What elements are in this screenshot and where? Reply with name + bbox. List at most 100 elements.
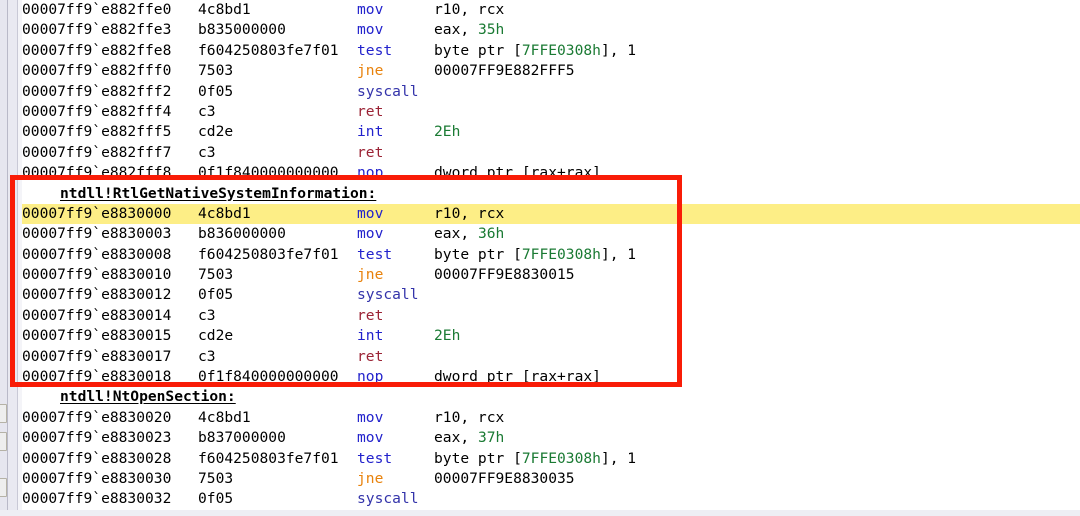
instruction-address: 00007ff9`e882ffe0 bbox=[22, 1, 172, 18]
toolbar-button-partial-2[interactable] bbox=[0, 432, 7, 451]
instruction-mnemonic: nop bbox=[357, 164, 384, 182]
instruction-mnemonic: test bbox=[357, 41, 393, 59]
opcode-bytes: 0f1f840000000000 bbox=[198, 368, 339, 386]
window-bottom-edge bbox=[0, 510, 1080, 516]
instruction-address: 00007ff9`e882fff8 bbox=[22, 164, 172, 182]
disassembly-row[interactable]: 00007ff9`e8830010 7503 jne 00007FF9E8830015 bbox=[22, 265, 1080, 285]
disassembly-row-selected[interactable]: 00007ff9`e8830000 4c8bd1 mov r10, rcx bbox=[0, 203, 1080, 225]
instruction-operands: eax, 37h bbox=[434, 428, 504, 448]
opcode-bytes: f604250803fe7f01 bbox=[198, 245, 339, 263]
operand-token: 7FFE0308h bbox=[521, 245, 601, 263]
instruction-address: 00007ff9`e882ffe3 bbox=[22, 21, 172, 39]
disassembly-listing[interactable]: 00007ff9`e882ffe0 4c8bd1 mov r10, rcx 00007f… bbox=[0, 0, 1080, 516]
instruction-operands: 2Eh bbox=[434, 326, 460, 346]
opcode-bytes: f604250803fe7f01 bbox=[198, 41, 339, 59]
instruction-mnemonic: mov bbox=[357, 429, 384, 447]
instruction-operands: eax, 35h bbox=[434, 20, 504, 40]
disassembly-window: 00007ff9`e882ffe0 4c8bd1 mov r10, rcx 00007f… bbox=[0, 0, 1080, 516]
operand-token: byte ptr [ bbox=[434, 41, 522, 59]
opcode-bytes: c3 bbox=[198, 102, 216, 120]
disassembly-row[interactable]: 00007ff9`e882fff5 cd2e int 2Eh bbox=[22, 122, 1080, 142]
function-label-row[interactable]: ntdll!NtOpenSection: bbox=[22, 387, 1080, 407]
instruction-operands: byte ptr [7FFE0308h], 1 bbox=[434, 449, 636, 469]
opcode-bytes: cd2e bbox=[198, 123, 234, 141]
function-label-row[interactable]: ntdll!RtlGetNativeSystemInformation: bbox=[22, 184, 1080, 204]
opcode-bytes: b835000000 bbox=[198, 21, 286, 39]
opcode-bytes: 0f1f840000000000 bbox=[198, 164, 339, 182]
opcode-bytes: c3 bbox=[198, 306, 216, 324]
instruction-address: 00007ff9`e8830017 bbox=[22, 347, 172, 365]
operand-token: 00007FF9E882FFF5 bbox=[434, 62, 575, 80]
toolbar-button-partial-1[interactable] bbox=[0, 404, 7, 423]
left-toolbar-strip bbox=[8, 0, 17, 516]
operand-token: ], 1 bbox=[600, 41, 637, 59]
operand-token: byte ptr [ bbox=[434, 245, 522, 263]
instruction-mnemonic: ret bbox=[357, 347, 384, 365]
operand-token: dword ptr [rax+rax] bbox=[434, 368, 601, 386]
disassembly-row[interactable]: 00007ff9`e8830008 f604250803fe7f01 test byt… bbox=[22, 245, 1080, 265]
instruction-address: 00007ff9`e8830010 bbox=[22, 266, 172, 284]
operand-token: r10, rcx bbox=[434, 204, 505, 222]
disassembly-row[interactable]: 00007ff9`e882ffe8 f604250803fe7f01 test byt… bbox=[22, 41, 1080, 61]
instruction-mnemonic: nop bbox=[357, 368, 384, 386]
opcode-bytes: 7503 bbox=[198, 266, 234, 284]
instruction-mnemonic: mov bbox=[357, 21, 384, 39]
operand-token: eax, bbox=[434, 225, 478, 243]
operand-token: r10, rcx bbox=[434, 1, 505, 18]
instruction-operands: byte ptr [7FFE0308h], 1 bbox=[434, 41, 636, 61]
function-label: ntdll!RtlGetNativeSystemInformation: bbox=[60, 184, 377, 202]
operand-token: 35h bbox=[477, 21, 505, 39]
disassembly-row[interactable]: 00007ff9`e882ffe3 b835000000 mov eax, 35h bbox=[22, 20, 1080, 40]
disassembly-row[interactable]: 00007ff9`e8830018 0f1f840000000000 nop dwor… bbox=[22, 367, 1080, 387]
disassembly-row[interactable]: 00007ff9`e882ffe0 4c8bd1 mov r10, rcx bbox=[22, 0, 1080, 20]
disassembly-row[interactable]: 00007ff9`e882fff8 0f1f840000000000 nop dwor… bbox=[22, 163, 1080, 183]
instruction-mnemonic: test bbox=[357, 449, 393, 467]
opcode-bytes: cd2e bbox=[198, 327, 234, 345]
opcode-bytes: 0f05 bbox=[198, 490, 234, 508]
instruction-mnemonic: syscall bbox=[357, 82, 419, 100]
instruction-operands: byte ptr [7FFE0308h], 1 bbox=[434, 245, 636, 265]
operand-token: 00007FF9E8830035 bbox=[434, 469, 575, 487]
instruction-operands: r10, rcx bbox=[434, 204, 504, 224]
toolbar-button-partial-3[interactable] bbox=[0, 478, 7, 497]
instruction-address: 00007ff9`e8830014 bbox=[22, 306, 172, 324]
operand-token: eax, bbox=[434, 429, 478, 447]
function-label: ntdll!NtOpenSection: bbox=[60, 388, 236, 406]
operand-token: 2Eh bbox=[434, 123, 461, 141]
instruction-operands: 2Eh bbox=[434, 122, 460, 142]
operand-token: 36h bbox=[477, 225, 505, 243]
disassembly-row[interactable]: 00007ff9`e8830014 c3 ret bbox=[22, 306, 1080, 326]
disassembly-row[interactable]: 00007ff9`e8830015 cd2e int 2Eh bbox=[22, 326, 1080, 346]
instruction-mnemonic: ret bbox=[357, 102, 384, 120]
operand-token: dword ptr [rax+rax] bbox=[434, 164, 601, 182]
instruction-address: 00007ff9`e8830018 bbox=[22, 368, 172, 386]
disassembly-row[interactable]: 00007ff9`e8830003 b836000000 mov eax, 36h bbox=[22, 224, 1080, 244]
instruction-address: 00007ff9`e8830012 bbox=[22, 286, 172, 304]
disassembly-row[interactable]: 00007ff9`e882fff7 c3 ret bbox=[22, 143, 1080, 163]
operand-token: ], 1 bbox=[600, 245, 637, 263]
instruction-address: 00007ff9`e882fff0 bbox=[22, 62, 172, 80]
instruction-mnemonic: jne bbox=[357, 62, 384, 80]
instruction-operands: dword ptr [rax+rax] bbox=[434, 163, 601, 183]
instruction-operands: r10, rcx bbox=[434, 0, 504, 20]
disassembly-row[interactable]: 00007ff9`e8830012 0f05 syscall bbox=[22, 285, 1080, 305]
instruction-address: 00007ff9`e882fff4 bbox=[22, 102, 172, 120]
disassembly-row[interactable]: 00007ff9`e8830023 b837000000 mov eax, 37h bbox=[22, 428, 1080, 448]
disassembly-row[interactable]: 00007ff9`e882fff0 7503 jne 00007FF9E882FFF5 bbox=[22, 61, 1080, 81]
instruction-address: 00007ff9`e882fff5 bbox=[22, 123, 172, 141]
instruction-operands: 00007FF9E8830015 bbox=[434, 265, 575, 285]
disassembly-row[interactable]: 00007ff9`e882fff4 c3 ret bbox=[22, 102, 1080, 122]
disassembly-row[interactable]: 00007ff9`e8830020 4c8bd1 mov r10, rcx bbox=[22, 408, 1080, 428]
disassembly-row[interactable]: 00007ff9`e8830032 0f05 syscall bbox=[22, 489, 1080, 509]
instruction-mnemonic: mov bbox=[357, 408, 384, 426]
disassembly-row[interactable]: 00007ff9`e882fff2 0f05 syscall bbox=[22, 82, 1080, 102]
opcode-bytes: 4c8bd1 bbox=[198, 1, 251, 18]
disassembly-row[interactable]: 00007ff9`e8830028 f604250803fe7f01 test byt… bbox=[22, 449, 1080, 469]
disassembly-row[interactable]: 00007ff9`e8830017 c3 ret bbox=[22, 347, 1080, 367]
operand-token: eax, bbox=[434, 21, 478, 39]
instruction-mnemonic: jne bbox=[357, 469, 384, 487]
disassembly-row[interactable]: 00007ff9`e8830030 7503 jne 00007FF9E8830035 bbox=[22, 469, 1080, 489]
instruction-address: 00007ff9`e8830008 bbox=[22, 245, 172, 263]
instruction-address: 00007ff9`e882ffe8 bbox=[22, 41, 172, 59]
instruction-operands: r10, rcx bbox=[434, 408, 504, 428]
